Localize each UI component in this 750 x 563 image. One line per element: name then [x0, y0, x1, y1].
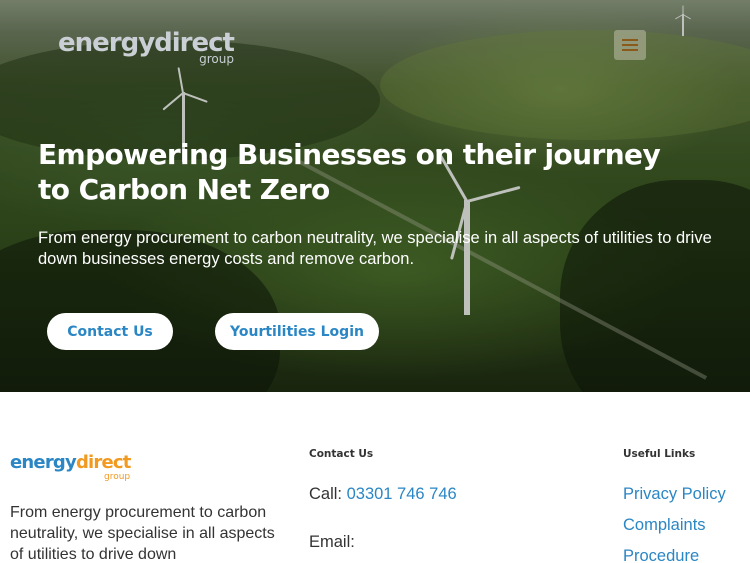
contact-email-label: Email:: [309, 533, 355, 551]
yourtilities-login-button[interactable]: Yourtilities Login: [215, 313, 379, 350]
footer: energydirect group From energy procureme…: [0, 392, 750, 563]
complaints-link[interactable]: Complaints: [623, 516, 706, 535]
procedure-link[interactable]: Procedure: [623, 547, 699, 563]
hamburger-menu-icon[interactable]: [614, 30, 646, 60]
contact-call: Call: 03301 746 746: [309, 485, 457, 504]
call-label: Call:: [309, 485, 347, 503]
header-logo[interactable]: energydirect group: [58, 28, 238, 68]
contact-us-button[interactable]: Contact Us: [47, 313, 173, 350]
footer-description: From energy procurement to carbon neutra…: [10, 504, 275, 563]
logo-energy-text: energy: [10, 452, 77, 473]
hero-subtitle: From energy procurement to carbon neutra…: [38, 229, 712, 268]
privacy-policy-link[interactable]: Privacy Policy: [623, 485, 726, 504]
phone-link[interactable]: 03301 746 746: [347, 485, 457, 503]
logo-sub: group: [199, 52, 234, 66]
hero-banner: energydirect group Empowering Businesses…: [0, 0, 750, 392]
logo-sub: group: [104, 472, 131, 482]
contact-heading: Contact Us: [309, 448, 374, 460]
footer-logo[interactable]: energydirect group: [10, 452, 140, 482]
hero-title: Empowering Businesses on their journey t…: [38, 138, 661, 206]
useful-links-heading: Useful Links: [623, 448, 696, 460]
logo-direct-text: direct: [75, 452, 131, 473]
